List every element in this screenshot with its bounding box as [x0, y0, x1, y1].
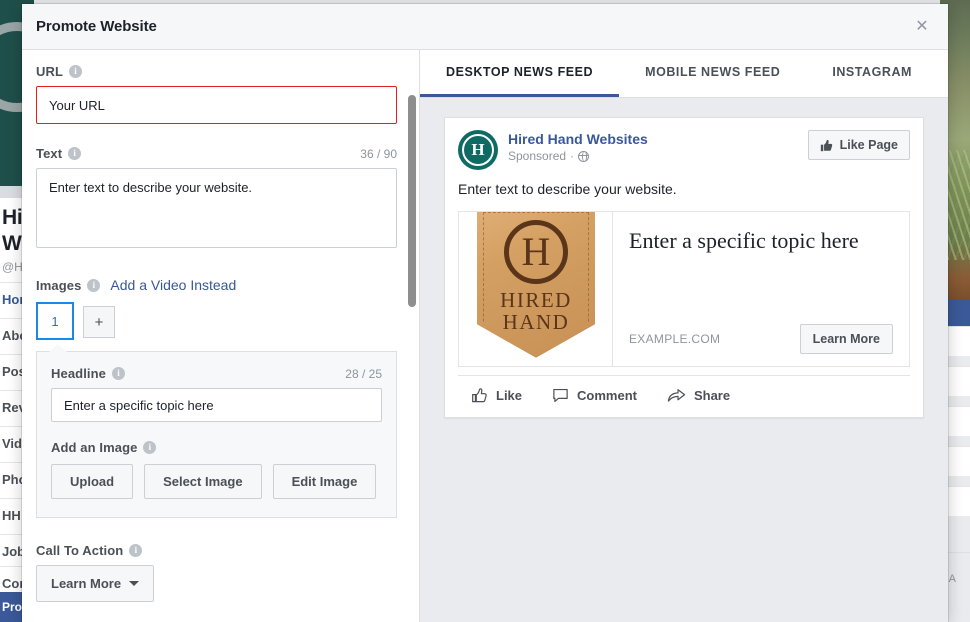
select-image-button[interactable]: Select Image	[144, 464, 262, 499]
like-action[interactable]: Like	[471, 387, 522, 404]
info-icon[interactable]: i	[111, 367, 125, 380]
ad-page-meta: Hired Hand Websites Sponsored ·	[508, 130, 648, 165]
image-thumbnail-1[interactable]: 1	[36, 302, 74, 340]
like-page-label: Like Page	[839, 138, 898, 152]
cta-label: Call To Action	[36, 543, 124, 558]
headline-input[interactable]	[51, 388, 382, 422]
logo-monogram: H	[521, 228, 551, 274]
tab-mobile-news-feed[interactable]: MOBILE NEWS FEED	[619, 50, 806, 97]
logo-word-hired: HIRED	[500, 287, 572, 312]
separator: ·	[570, 149, 575, 163]
preview-tabs: DESKTOP NEWS FEED MOBILE NEWS FEED INSTA…	[420, 50, 948, 98]
share-action-label: Share	[693, 387, 731, 403]
add-image-label: Add an Image	[51, 440, 138, 455]
ad-body-text: Enter text to describe your website.	[458, 181, 677, 197]
url-label-row: URL i	[36, 64, 397, 79]
ad-link-info: Enter a specific topic here EXAMPLE.COM …	[613, 212, 909, 366]
info-icon[interactable]: i	[129, 544, 143, 557]
headline-label: Headline	[51, 366, 106, 381]
creative-panel: Headline i 28 / 25 Add an Image i Upload…	[36, 343, 397, 518]
ad-domain: EXAMPLE.COM	[629, 331, 721, 346]
image-action-buttons: Upload Select Image Edit Image	[51, 464, 382, 499]
headline-counter: 28 / 25	[345, 366, 382, 381]
images-label-row: Images i Add a Video Instead	[36, 277, 397, 293]
ad-page-name[interactable]: Hired Hand Websites	[508, 130, 648, 148]
tab-desktop-news-feed[interactable]: DESKTOP NEWS FEED	[420, 50, 620, 97]
close-icon[interactable]: ✕	[910, 15, 934, 39]
add-image-label-row: Add an Image i	[51, 440, 382, 455]
text-textarea[interactable]: Enter text to describe your website.	[36, 168, 397, 248]
add-image-slot-button[interactable]: +	[83, 306, 115, 338]
headline-label-row: Headline i 28 / 25	[51, 366, 382, 381]
preview-scroll-area: H Hired Hand Websites Sponsored · Like P…	[420, 98, 948, 622]
preview-pane: DESKTOP NEWS FEED MOBILE NEWS FEED INSTA…	[420, 50, 948, 622]
ad-header: H Hired Hand Websites Sponsored · Like P…	[445, 118, 923, 178]
ad-link-box[interactable]: H HIRED HAND Enter a specific topic here…	[458, 210, 910, 367]
modal-body: URL i Text i 36 / 90 Enter text to descr…	[22, 50, 948, 622]
call-to-action-dropdown[interactable]: Learn More	[36, 565, 155, 602]
edit-image-button[interactable]: Edit Image	[272, 464, 377, 499]
text-label-row: Text i 36 / 90	[36, 146, 397, 161]
url-label: URL	[36, 64, 64, 79]
tab-instagram[interactable]: INSTAGRAM	[806, 50, 938, 97]
ad-action-bar: Like Comment Share	[458, 374, 910, 417]
ad-headline: Enter a specific topic here	[629, 227, 859, 253]
like-action-label: Like	[496, 387, 523, 403]
modal-title: Promote Website	[36, 18, 157, 35]
images-label: Images	[36, 277, 82, 293]
logo-word-hand: HAND	[502, 309, 570, 334]
globe-icon	[577, 150, 590, 162]
chevron-down-icon	[129, 581, 140, 586]
form-content: URL i Text i 36 / 90 Enter text to descr…	[22, 50, 419, 602]
text-label: Text	[36, 146, 63, 161]
upload-button[interactable]: Upload	[51, 464, 134, 499]
form-pane: URL i Text i 36 / 90 Enter text to descr…	[22, 50, 420, 622]
text-counter: 36 / 90	[360, 146, 397, 161]
share-action[interactable]: Share	[667, 387, 730, 404]
avatar-monogram: H	[471, 140, 485, 159]
leather-banner: H HIRED HAND	[477, 211, 595, 358]
sponsored-label: Sponsored	[508, 149, 567, 163]
info-icon[interactable]: i	[68, 147, 82, 160]
add-video-instead-link[interactable]: Add a Video Instead	[110, 277, 236, 293]
comment-action-label: Comment	[577, 387, 637, 403]
ad-learn-more-button[interactable]: Learn More	[799, 323, 893, 354]
share-arrow-icon	[667, 388, 686, 402]
logo-ring: H	[504, 219, 568, 284]
image-thumbnail-row: 1 +	[36, 302, 397, 340]
info-icon[interactable]: i	[143, 441, 157, 454]
avatar[interactable]: H	[458, 130, 498, 170]
thumbs-up-icon	[820, 139, 832, 151]
comment-bubble-icon	[553, 388, 568, 402]
cta-label-row: Call To Action i	[36, 543, 397, 558]
like-page-button[interactable]: Like Page	[807, 130, 910, 160]
url-input[interactable]	[36, 86, 397, 124]
info-icon[interactable]: i	[69, 65, 83, 78]
promote-website-modal: Promote Website ✕ URL i Text i 36 / 90 E…	[22, 4, 948, 622]
form-scrollbar[interactable]	[408, 95, 416, 307]
modal-header: Promote Website ✕	[22, 4, 948, 50]
ad-sponsored-row: Sponsored ·	[508, 148, 648, 165]
info-icon[interactable]: i	[87, 278, 101, 292]
hired-hand-logo: H HIRED HAND	[459, 211, 613, 366]
ad-preview-card: H Hired Hand Websites Sponsored · Like P…	[444, 117, 924, 418]
ad-link-footer: EXAMPLE.COM Learn More	[629, 323, 893, 354]
cta-value: Learn More	[51, 576, 122, 591]
thumbs-up-icon	[472, 388, 487, 402]
call-to-action-section: Call To Action i Learn More	[36, 543, 397, 602]
comment-action[interactable]: Comment	[552, 387, 637, 404]
